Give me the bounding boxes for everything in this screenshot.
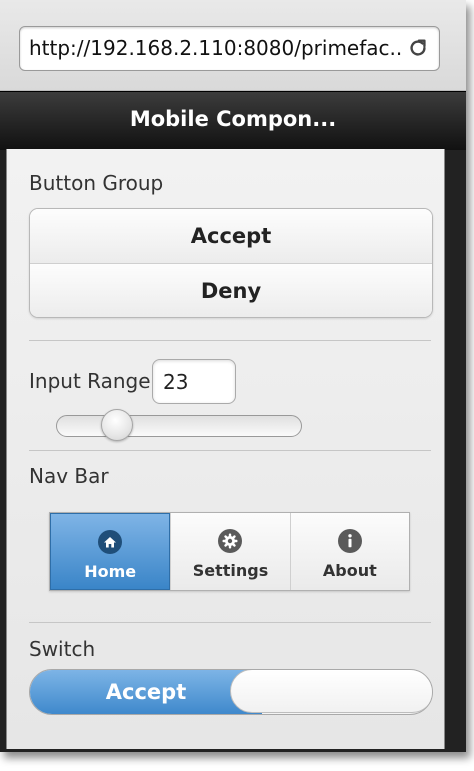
accept-button[interactable]: Accept [30,209,432,263]
button-group-label: Button Group [29,171,164,195]
page-title: Mobile Compon... [129,107,337,131]
switch-label: Switch [29,637,96,661]
app-header: Mobile Compon... [0,91,466,150]
range-slider[interactable] [56,409,302,441]
nav-item-label: Home [84,562,137,581]
nav-item-settings[interactable]: Settings [170,513,290,590]
url-text[interactable]: http://192.168.2.110:8080/primefac... [29,36,401,60]
content-area: Button Group Accept Deny Input Range 23 … [6,149,445,749]
accept-switch[interactable]: Accept [29,669,433,715]
slider-handle[interactable] [101,409,133,441]
nav-item-label: About [322,561,377,580]
nav-item-label: Settings [192,561,269,580]
home-icon [98,530,123,554]
info-icon [337,529,362,553]
switch-knob[interactable] [230,670,432,713]
input-range-label: Input Range [29,369,151,393]
url-bar[interactable]: http://192.168.2.110:8080/primefac... [19,26,440,71]
button-group: Accept Deny [29,208,433,318]
deny-button[interactable]: Deny [30,263,432,317]
range-value-input[interactable]: 23 [152,359,236,404]
switch-on-label: Accept [30,670,262,714]
divider [29,622,431,623]
phone-frame: http://192.168.2.110:8080/primefac... Mo… [0,0,466,752]
nav-item-home[interactable]: Home [50,513,171,590]
nav-item-about[interactable]: About [289,513,409,590]
gear-icon [218,529,243,553]
nav-bar: Home Settings About [49,512,410,591]
divider [29,340,431,341]
reload-icon[interactable] [407,37,429,59]
browser-toolbar: http://192.168.2.110:8080/primefac... [0,0,466,91]
divider [29,450,431,451]
nav-bar-label: Nav Bar [29,464,109,488]
